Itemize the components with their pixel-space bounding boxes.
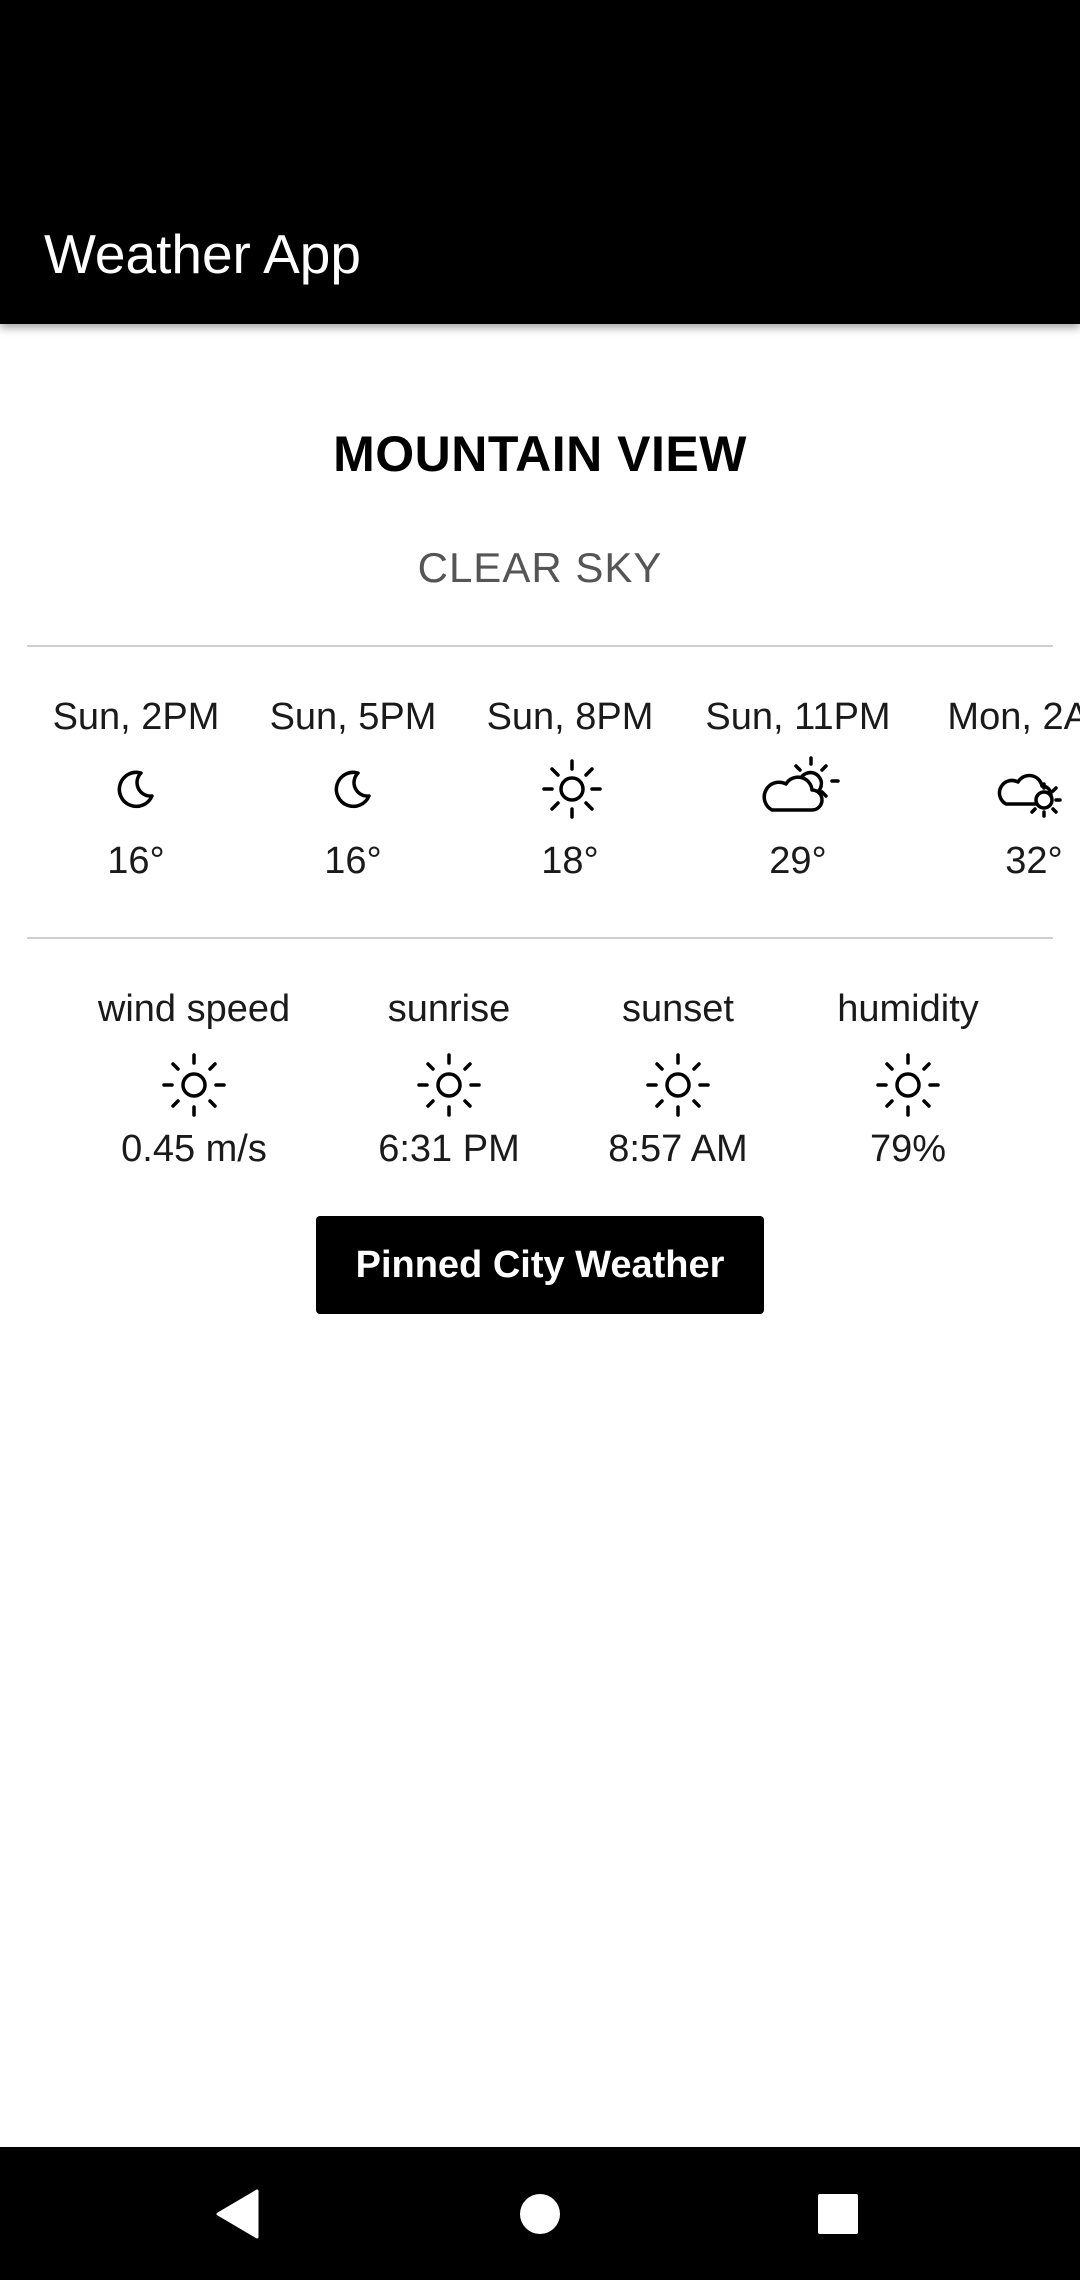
pinned-city-weather-button[interactable]: Pinned City Weather	[316, 1216, 764, 1314]
sun-icon	[873, 1050, 943, 1120]
detail-value: 79%	[869, 1128, 947, 1170]
divider	[27, 937, 1053, 939]
sun-icon	[414, 1050, 484, 1120]
navigation-bar	[0, 2147, 1080, 2280]
forecast-temp: 16°	[107, 840, 165, 882]
divider	[27, 645, 1053, 647]
home-circle-icon[interactable]	[495, 2169, 585, 2259]
detail-value: 0.45 m/s	[121, 1128, 267, 1170]
hourly-forecast-list[interactable]: Sun, 2PM 16° Sun, 5PM 16° Sun, 8PM 18° S…	[0, 690, 1080, 900]
sun-icon	[643, 1050, 713, 1120]
recents-square-icon[interactable]	[793, 2169, 883, 2259]
app-title: Weather App	[44, 223, 361, 285]
crescent-moon-icon	[94, 756, 178, 822]
back-triangle-icon[interactable]	[196, 2169, 286, 2259]
forecast-temp: 32°	[1005, 840, 1063, 882]
status-bar	[0, 0, 1080, 104]
forecast-temp: 16°	[324, 840, 382, 882]
forecast-temp: 18°	[541, 840, 599, 882]
partly-cloudy-icon	[992, 756, 1076, 822]
crescent-moon-icon	[311, 756, 395, 822]
forecast-temp: 29°	[769, 840, 827, 882]
forecast-time: Sun, 5PM	[269, 696, 437, 738]
sun-icon	[159, 1050, 229, 1120]
partly-cloudy-icon	[756, 756, 840, 822]
detail-label: wind speed	[97, 988, 291, 1030]
forecast-time: Sun, 11PM	[705, 696, 891, 738]
weather-details: wind speed 0.45 m/s sunrise 6:31 PM suns…	[0, 980, 1080, 1180]
detail-label: sunrise	[387, 988, 511, 1030]
detail-value: 6:31 PM	[378, 1128, 520, 1170]
forecast-time: Mon, 2AM	[947, 696, 1080, 738]
forecast-time: Sun, 8PM	[486, 696, 654, 738]
detail-value: 8:57 AM	[608, 1128, 748, 1170]
app-bar: Weather App	[0, 104, 1080, 324]
sun-icon	[528, 756, 612, 822]
detail-label: humidity	[837, 988, 979, 1030]
weather-condition: CLEAR SKY	[417, 544, 663, 591]
city-name: MOUNTAIN VIEW	[333, 426, 747, 482]
forecast-time: Sun, 2PM	[52, 696, 220, 738]
detail-label: sunset	[622, 988, 734, 1030]
